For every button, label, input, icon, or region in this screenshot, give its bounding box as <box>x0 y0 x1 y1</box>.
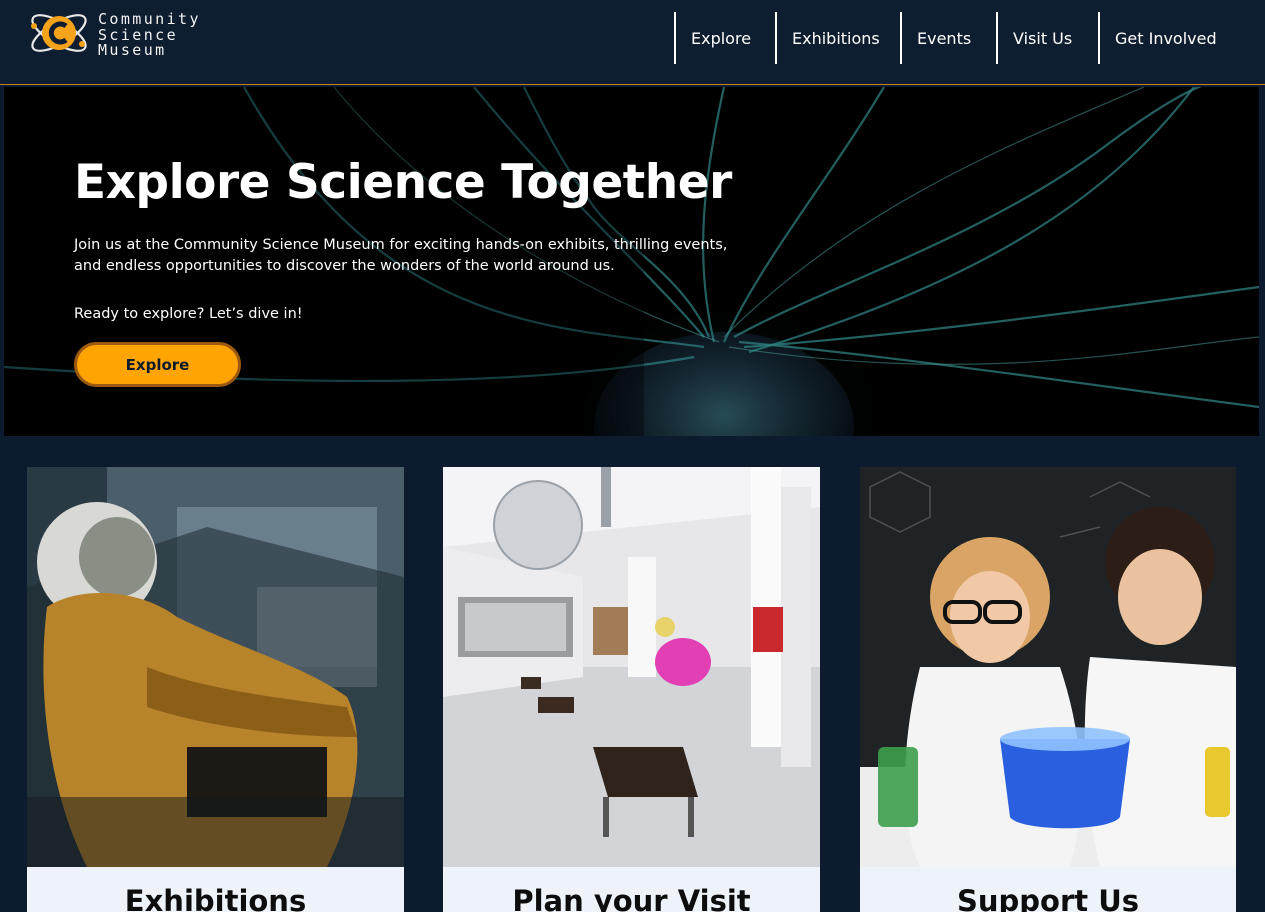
site-header: Community Science Museum Explore Exhibit… <box>0 0 1265 85</box>
main-nav: Explore Exhibitions Events Visit Us Get … <box>674 12 1238 64</box>
nav-get-involved[interactable]: Get Involved <box>1098 12 1238 64</box>
atom-logo-icon <box>31 14 87 52</box>
astronaut-exhibit-image <box>27 467 404 867</box>
nav-visit-us[interactable]: Visit Us <box>996 12 1098 64</box>
plan-visit-card[interactable]: Plan your Visit <box>443 467 820 912</box>
museum-logo[interactable]: Community Science Museum <box>26 4 246 64</box>
kids-science-image <box>860 467 1236 867</box>
hero-cta-text: Ready to explore? Let’s dive in! <box>74 306 303 322</box>
hero-banner: Explore Science Together Join us at the … <box>4 87 1259 436</box>
explore-button[interactable]: Explore <box>74 342 241 387</box>
gallery-hall-image <box>443 467 820 867</box>
hero-description: Join us at the Community Science Museum … <box>74 237 728 274</box>
exhibitions-card[interactable]: Exhibitions <box>27 467 404 912</box>
hero-title: Explore Science Together <box>74 155 732 210</box>
card-title: Exhibitions <box>124 884 307 912</box>
nav-explore[interactable]: Explore <box>674 12 775 64</box>
nav-exhibitions[interactable]: Exhibitions <box>775 12 900 64</box>
nav-events[interactable]: Events <box>900 12 996 64</box>
card-title: Support Us <box>956 884 1140 912</box>
card-title: Plan your Visit <box>512 884 751 912</box>
support-us-card[interactable]: Support Us <box>860 467 1236 912</box>
logo-line: Museum <box>98 41 167 59</box>
logo-wordmark: Community Science Museum <box>98 11 201 59</box>
